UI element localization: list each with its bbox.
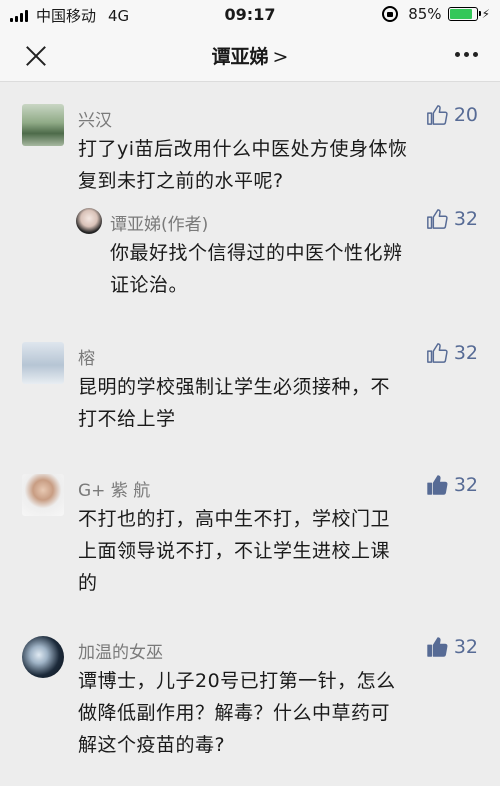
thumbs-up-icon xyxy=(426,209,448,229)
comment-line: 做降低副作用？解毒？什么中草药可 xyxy=(78,702,391,724)
comment-text: 打了yi苗后改用什么中医处方使身体恢 复到未打之前的水平呢? xyxy=(78,133,408,197)
like-button[interactable]: 32 xyxy=(426,636,478,658)
comment-line: 不打也的打，高中生不打，学校门卫 xyxy=(78,508,391,530)
avatar[interactable] xyxy=(22,342,64,384)
avatar[interactable] xyxy=(22,104,64,146)
comment-line: 复到未打之前的水平呢? xyxy=(78,170,284,192)
more-icon[interactable] xyxy=(451,52,478,57)
chevron-right-icon: > xyxy=(272,46,289,68)
comment-text: 昆明的学校强制让学生必须接种，不 打不给上学 xyxy=(78,371,390,435)
nav-title-text: 谭亚娣 xyxy=(211,46,269,68)
like-count: 20 xyxy=(453,104,478,126)
thumbs-up-filled-icon xyxy=(427,475,448,495)
thumbs-up-filled-icon xyxy=(427,637,448,657)
status-bar: 中国移动 4G 09:17 85% ⚡ xyxy=(0,0,500,30)
avatar[interactable] xyxy=(76,208,102,234)
reply-author[interactable]: 谭亚娣(作者) xyxy=(110,210,208,235)
comment-author[interactable]: 榕 xyxy=(78,344,95,369)
comment-author[interactable]: 兴汉 xyxy=(78,106,112,131)
status-right: 85% ⚡ xyxy=(382,5,490,23)
battery-icon xyxy=(447,7,481,21)
rotation-lock-icon xyxy=(382,6,399,22)
like-button[interactable]: 32 xyxy=(426,342,478,364)
like-count: 32 xyxy=(453,208,478,230)
comment-line: 证论治。 xyxy=(110,274,189,296)
thumbs-up-icon xyxy=(426,343,448,363)
thumbs-up-icon xyxy=(426,105,448,125)
comment-line: 你最好找个信得过的中医个性化辨 xyxy=(110,242,403,264)
like-button[interactable]: 32 xyxy=(426,208,478,230)
charging-icon: ⚡ xyxy=(481,7,490,21)
avatar[interactable] xyxy=(22,636,64,678)
comment-text: 不打也的打，高中生不打，学校门卫 上面领导说不打，不让学生进校上课 的 xyxy=(78,503,390,599)
like-count: 32 xyxy=(453,342,478,364)
comment-author[interactable]: G+ 紫 航 xyxy=(78,476,150,501)
comment-text: 谭博士，儿子20号已打第一针，怎么 做降低副作用？解毒？什么中草药可 解这个疫苗… xyxy=(78,665,396,761)
comment-line: 解这个疫苗的毒? xyxy=(78,734,226,756)
nav-title[interactable]: 谭亚娣 > xyxy=(0,42,500,69)
nav-bar: 谭亚娣 > xyxy=(0,30,500,82)
comment-line: 打不给上学 xyxy=(78,408,176,430)
comment-line: 上面领导说不打，不让学生进校上课 xyxy=(78,540,391,562)
comment-author[interactable]: 加温的女巫 xyxy=(78,638,163,663)
like-button[interactable]: 32 xyxy=(426,474,478,496)
reply-text: 你最好找个信得过的中医个性化辨 证论治。 xyxy=(110,237,403,301)
battery-percent: 85% xyxy=(408,5,442,23)
like-count: 32 xyxy=(453,636,478,658)
comment-line: 谭博士，儿子20号已打第一针，怎么 xyxy=(78,670,396,692)
comment-line: 的 xyxy=(78,572,98,594)
avatar[interactable] xyxy=(22,474,64,516)
like-count: 32 xyxy=(453,474,478,496)
battery-fill xyxy=(449,9,472,19)
comment-line: 打了yi苗后改用什么中医处方使身体恢 xyxy=(78,138,408,160)
like-button[interactable]: 20 xyxy=(426,104,478,126)
comment-line: 昆明的学校强制让学生必须接种，不 xyxy=(78,376,391,398)
